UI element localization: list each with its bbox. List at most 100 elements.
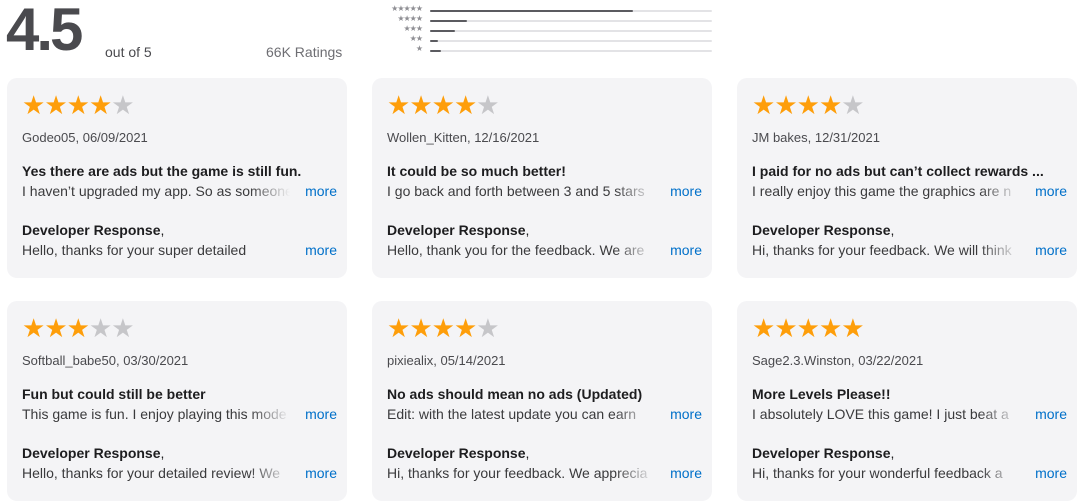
developer-response-row: Hello, thanks for your super detailed mor… [22,242,337,262]
developer-response-more-link[interactable]: more [670,465,702,481]
ratings-summary: 4.5 out of 5 66K Ratings ★★★★★ ★★★★ ★★★ ★★ ★ [0,0,1080,72]
review-title: I paid for no ads but can’t collect rewa… [752,163,1044,179]
star-filled-icon: ★ [752,313,775,343]
star-rating: ★★★★★ [22,313,135,343]
review-card: ★★★★★ pixiealix, 05/14/2021 No ads should … [372,301,712,501]
histogram-fill [430,40,439,42]
star-rating: ★★★★★ [752,90,865,120]
review-title: It could be so much better! [387,163,566,179]
star-filled-icon: ★ [841,313,864,343]
histogram-row: ★ [368,44,713,56]
star-empty-icon: ★ [88,313,112,343]
review-body: Edit: with the latest update you can ear… [387,406,637,422]
developer-response-row: Hello, thanks for your detailed review! … [22,465,337,485]
review-card: ★★★★★ JM bakes, 12/31/2021 I paid for no a… [737,78,1077,278]
histogram-fill [430,50,442,52]
developer-response-row: Hi, thanks for your feedback. We will th… [752,242,1067,262]
review-more-link[interactable]: more [305,406,337,422]
histogram-track [430,20,712,22]
review-card: ★★★★★ Wollen_Kitten, 12/16/2021 It could b… [372,78,712,278]
star-filled-icon: ★ [22,90,45,120]
developer-response-more-link[interactable]: more [1035,242,1067,258]
star-empty-icon: ★ [111,313,134,343]
review-more-link[interactable]: more [1035,406,1067,422]
developer-response-heading: Developer Response, [22,222,165,238]
rating-scale-label: out of 5 [105,44,152,60]
developer-response-body: Hello, thank you for the feedback. We ar… [387,242,645,258]
developer-response-row: Hi, thanks for your feedback. We appreci… [387,465,702,485]
developer-response-body: Hi, thanks for your wonderful feedback a [752,465,1003,481]
star-filled-icon: ★ [818,313,842,343]
star-rating: ★★★★★ [387,90,500,120]
developer-response-heading: Developer Response, [22,445,165,461]
rating-histogram: ★★★★★ ★★★★ ★★★ ★★ ★ [368,4,713,56]
developer-response-label: Developer Response [752,445,891,461]
review-more-link[interactable]: more [305,183,337,199]
star-filled-icon: ★ [22,313,45,343]
review-body: I haven’t upgraded my app. So as someone [22,183,290,199]
review-author-date: Godeo05, 06/09/2021 [22,130,148,145]
star-rating: ★★★★★ [752,313,865,343]
histogram-track [430,30,712,32]
star-filled-icon: ★ [796,90,820,120]
ratings-count: 66K Ratings [266,44,343,60]
review-body-row: This game is fun. I enjoy playing this m… [22,406,337,426]
review-title: No ads should mean no ads (Updated) [387,386,643,402]
star-filled-icon: ★ [88,90,112,120]
developer-response-label: Developer Response [22,445,161,461]
histogram-fill [430,10,634,12]
review-body-row: I haven’t upgraded my app. So as someone… [22,183,337,203]
star-empty-icon: ★ [841,90,864,120]
review-body-row: I really enjoy this game the graphics ar… [752,183,1067,203]
review-author-date: pixiealix, 05/14/2021 [387,353,506,368]
star-empty-icon: ★ [476,313,499,343]
star-filled-icon: ★ [431,90,455,120]
developer-response-body: Hi, thanks for your feedback. We appreci… [387,465,648,481]
histogram-track [430,50,712,52]
review-body: I absolutely LOVE this game! I just beat… [752,406,1009,422]
histogram-stars-label: ★ [415,44,423,53]
histogram-stars-label: ★★★ [403,24,422,33]
review-body-row: Edit: with the latest update you can ear… [387,406,702,426]
star-filled-icon: ★ [752,90,775,120]
star-filled-icon: ★ [66,90,90,120]
star-filled-icon: ★ [387,313,410,343]
developer-response-more-link[interactable]: more [670,242,702,258]
developer-response-more-link[interactable]: more [305,465,337,481]
star-filled-icon: ★ [453,90,477,120]
star-filled-icon: ★ [409,90,432,120]
review-card: ★★★★★ Sage2.3.Winston, 03/22/2021 More Lev… [737,301,1077,501]
review-more-link[interactable]: more [1035,183,1067,199]
average-rating: 4.5 [6,0,83,63]
star-filled-icon: ★ [44,90,67,120]
histogram-track [430,40,712,42]
histogram-stars-label: ★★ [409,34,423,43]
developer-response-heading: Developer Response, [752,445,895,461]
histogram-track [430,10,712,12]
developer-response-heading: Developer Response, [387,222,530,238]
review-body: I go back and forth between 3 and 5 star… [387,183,645,199]
developer-response-body: Hello, thanks for your super detailed [22,242,247,258]
star-empty-icon: ★ [476,90,499,120]
developer-response-label: Developer Response [387,445,526,461]
star-filled-icon: ★ [44,313,67,343]
developer-response-more-link[interactable]: more [305,242,337,258]
review-title: Fun but could still be better [22,386,206,402]
review-card: ★★★★★ Softball_babe50, 03/30/2021 Fun but … [7,301,347,501]
review-more-link[interactable]: more [670,183,702,199]
star-empty-icon: ★ [111,90,134,120]
review-title: More Levels Please!! [752,386,891,402]
histogram-fill [430,20,467,22]
review-author-date: Softball_babe50, 03/30/2021 [22,353,189,368]
star-filled-icon: ★ [66,313,90,343]
histogram-stars-label: ★★★★ [397,14,423,23]
developer-response-heading: Developer Response, [387,445,530,461]
star-filled-icon: ★ [431,313,455,343]
star-filled-icon: ★ [774,90,797,120]
star-filled-icon: ★ [453,313,477,343]
histogram-fill [430,30,456,32]
developer-response-more-link[interactable]: more [1035,465,1067,481]
star-rating: ★★★★★ [387,313,500,343]
review-more-link[interactable]: more [670,406,702,422]
star-filled-icon: ★ [818,90,842,120]
